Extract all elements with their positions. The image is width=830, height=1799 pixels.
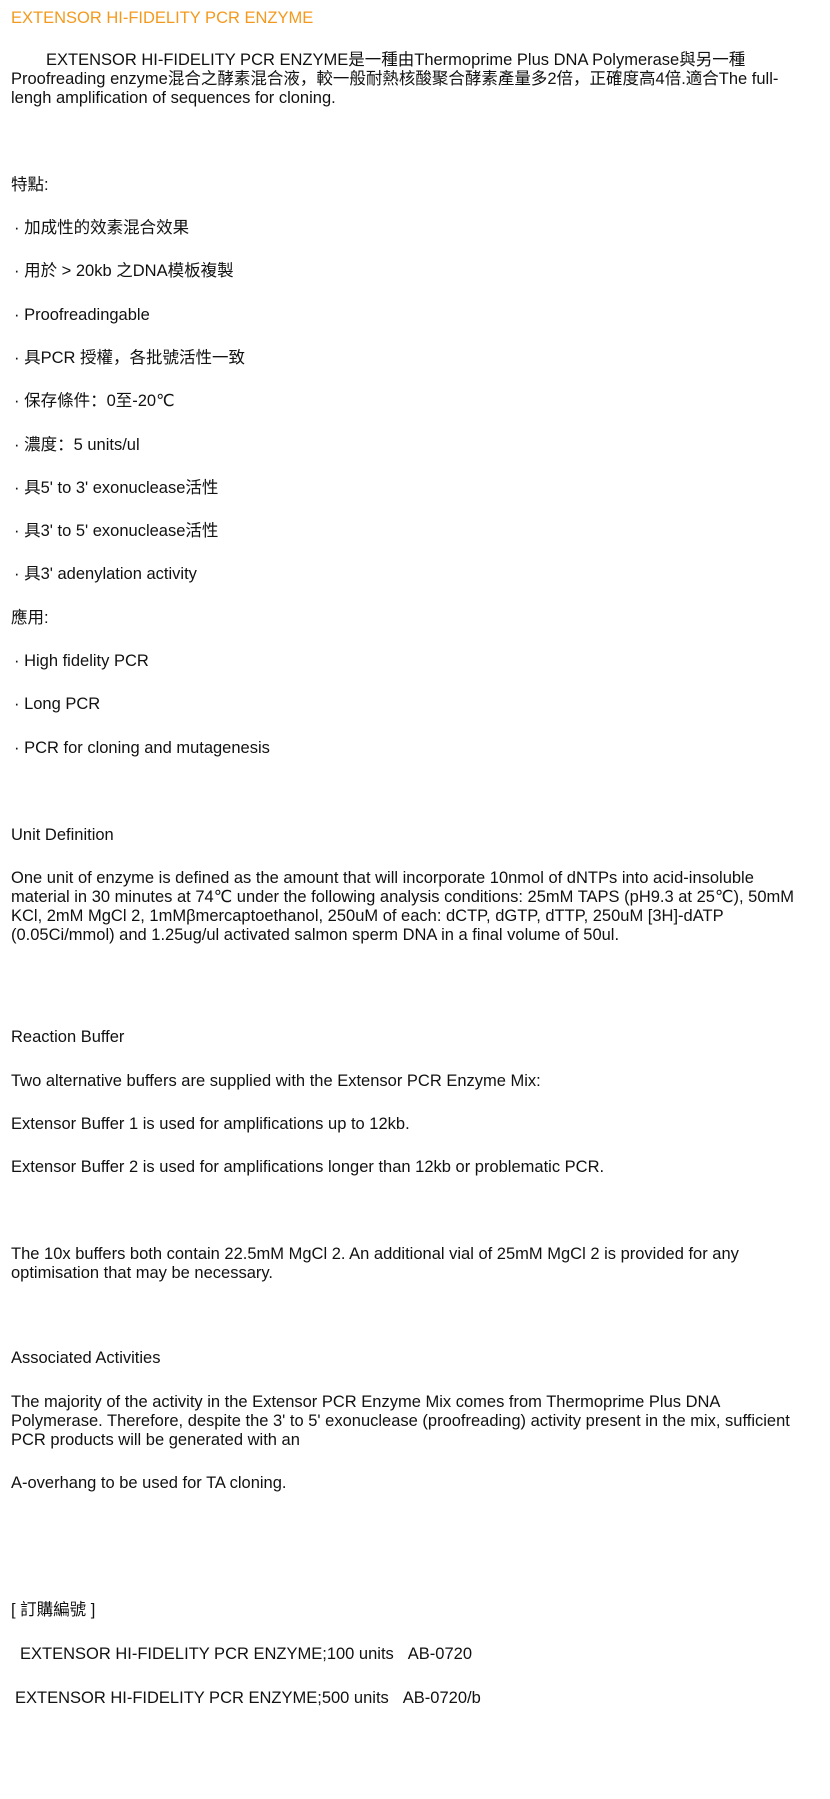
intro-paragraph: EXTENSOR HI-FIDELITY PCR ENZYME是一種由Therm… [11,51,779,107]
list-item: · PCR for cloning and mutagenesis [14,738,270,757]
list-item: · Proofreadingable [14,305,150,324]
order-row: EXTENSOR HI-FIDELITY PCR ENZYME;100 unit… [20,1645,800,1664]
associated-heading: Associated Activities [11,1349,161,1367]
unit-definition-text: One unit of enzyme is defined as the amo… [11,869,794,944]
list-item: · 加成性的效素混合效果 [14,219,190,237]
list-item: · 用於 > 20kb 之DNA模板複製 [14,262,234,281]
applications-heading: 應用: [11,609,49,627]
list-item: · 濃度：5 units/ul [14,435,140,454]
reaction-buffer-p4: The 10x buffers both contain 22.5mM MgCl… [11,1245,739,1282]
list-item: · 具5' to 3' exonuclease活性 [14,478,219,497]
page-title: EXTENSOR HI-FIDELITY PCR ENZYME [11,9,314,27]
reaction-buffer-p1: Two alternative buffers are supplied wit… [11,1072,541,1090]
order-product: EXTENSOR HI-FIDELITY PCR ENZYME;500 unit… [15,1689,389,1707]
list-item: · 具3' adenylation activity [14,565,197,584]
list-item: · Long PCR [14,695,101,714]
associated-p1: The majority of the activity in the Exte… [11,1393,790,1449]
order-code: AB-0720 [407,1645,473,1663]
reaction-buffer-heading: Reaction Buffer [11,1028,125,1046]
order-heading: [ 訂購編號 ] [11,1601,96,1619]
order-row: EXTENSOR HI-FIDELITY PCR ENZYME;500 unit… [15,1689,800,1708]
list-item: · 具3' to 5' exonuclease活性 [14,522,219,541]
features-heading: 特點: [11,176,49,194]
reaction-buffer-p2: Extensor Buffer 1 is used for amplificat… [11,1115,410,1133]
order-product: EXTENSOR HI-FIDELITY PCR ENZYME;100 unit… [20,1645,394,1663]
list-item: · 保存條件：0至-20℃ [14,392,175,411]
order-code: AB-0720/b [402,1689,481,1707]
list-item: · 具PCR 授權，各批號活性一致 [14,348,245,367]
list-item: · High fidelity PCR [14,652,149,670]
associated-p2: A-overhang to be used for TA cloning. [11,1474,287,1492]
unit-definition-heading: Unit Definition [11,826,114,844]
reaction-buffer-p3: Extensor Buffer 2 is used for amplificat… [11,1158,605,1176]
